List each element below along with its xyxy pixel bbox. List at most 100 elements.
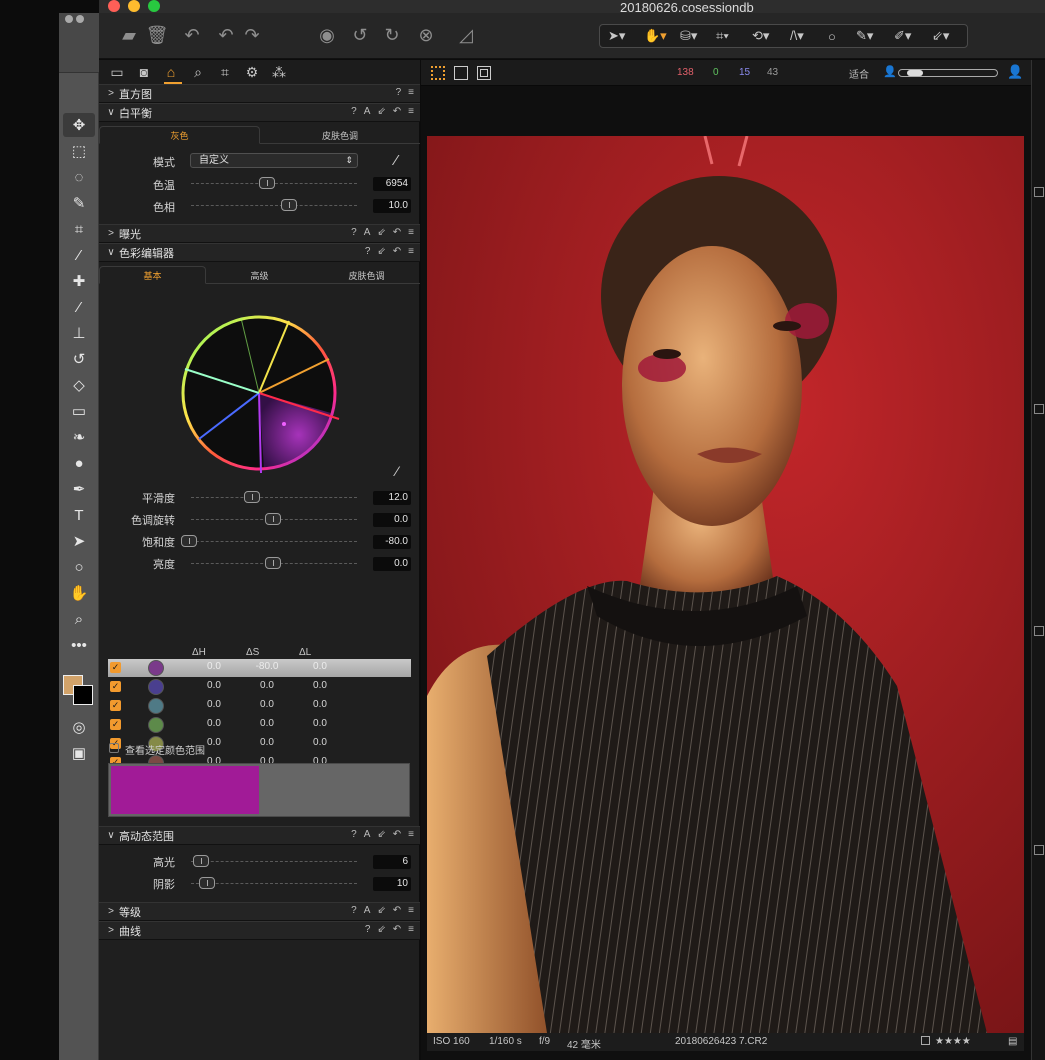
move-tool-icon[interactable]: ✥ <box>63 113 95 137</box>
color-swatch[interactable] <box>148 698 164 714</box>
menu-icon[interactable]: ≡ <box>408 106 414 117</box>
edge-checkbox[interactable] <box>1034 187 1044 197</box>
brush-tool-icon[interactable]: ⁄ <box>63 295 95 319</box>
path-select-tool-icon[interactable]: ➤ <box>63 529 95 553</box>
reset-icon[interactable]: ⊗ <box>415 23 437 47</box>
mode-select[interactable]: 自定义 ⇕ <box>190 153 358 168</box>
saturation-slider[interactable] <box>181 535 357 547</box>
history-brush-icon[interactable]: ↺ <box>63 347 95 371</box>
count-gray[interactable]: 43 <box>767 67 778 78</box>
info-menu-icon[interactable]: ▤ <box>1008 1036 1017 1047</box>
mask-brush-icon[interactable]: ✎▾ <box>856 26 873 46</box>
edge-checkbox[interactable] <box>1034 626 1044 636</box>
tint-value[interactable]: 10.0 <box>373 199 411 213</box>
select-cursor-icon[interactable]: ➤▾ <box>608 26 625 46</box>
rating-stars[interactable]: ★★★★ <box>935 1036 971 1047</box>
auto-icon[interactable]: A <box>364 905 371 916</box>
row-checkbox[interactable]: ✓ <box>110 719 121 730</box>
color-swatch[interactable] <box>148 717 164 733</box>
single-view-icon[interactable] <box>454 66 468 80</box>
levels-section-header[interactable]: > 等级 ? A ⇙ ↶ ≡ <box>99 902 420 921</box>
menu-icon[interactable]: ≡ <box>408 246 414 257</box>
tab-basic[interactable]: 基本 <box>99 266 206 284</box>
stamp-tool-icon[interactable]: ⊥ <box>63 321 95 345</box>
grid-view-icon[interactable] <box>431 66 445 80</box>
lightness-value[interactable]: 0.0 <box>373 557 411 571</box>
color-row[interactable]: ✓ 0.0 0.0 0.0 <box>108 716 411 734</box>
highlight-slider[interactable] <box>191 855 357 867</box>
auto-icon[interactable]: A <box>364 829 371 840</box>
help-icon[interactable]: ? <box>351 905 357 916</box>
color-row[interactable]: ✓ 0.0 -80.0 0.0 <box>108 659 411 677</box>
hand-tool-icon[interactable]: ✋ <box>63 581 95 605</box>
auto-icon[interactable]: A <box>364 106 371 117</box>
copy-apply-icon[interactable]: ⇙ <box>377 829 385 840</box>
color-swatch[interactable] <box>148 679 164 695</box>
lasso-tool-icon[interactable]: ◌ <box>63 165 95 189</box>
reset-icon[interactable]: ↶ <box>393 924 401 935</box>
rotate-right-icon[interactable]: ↻ <box>381 23 403 47</box>
copy-apply-icon[interactable]: ⇙ <box>377 106 385 117</box>
pen-tool-icon[interactable]: ✒ <box>63 477 95 501</box>
zoom-slider-knob[interactable] <box>907 70 923 76</box>
tint-slider[interactable] <box>191 199 357 211</box>
rotate-tool-icon[interactable]: ⟲▾ <box>752 26 769 46</box>
copy-apply-icon[interactable]: ⇙ <box>377 905 385 916</box>
color-tag-box[interactable] <box>921 1036 930 1045</box>
apply-adjustments-icon[interactable]: ⇙▾ <box>932 26 949 46</box>
color-tab-icon[interactable]: ⌂ <box>162 63 180 81</box>
temperature-value[interactable]: 6954 <box>373 177 411 191</box>
help-icon[interactable]: ? <box>351 227 357 238</box>
smoothness-slider[interactable] <box>191 491 357 503</box>
row-checkbox[interactable]: ✓ <box>110 700 121 711</box>
color-picker-icon[interactable]: ⁄ <box>396 463 398 479</box>
curves-section-header[interactable]: > 曲线 ? ⇙ ↶ ≡ <box>99 921 420 940</box>
crop-tool-button-icon[interactable]: ⌗▾ <box>716 26 729 46</box>
eyedropper-icon[interactable]: ⁄ <box>395 152 398 169</box>
white-balance-section-header[interactable]: ∨ 白平衡 ? A ⇙ ↶ ≡ <box>99 103 420 122</box>
menu-icon[interactable]: ≡ <box>408 227 414 238</box>
undo-icon[interactable]: ↶ <box>215 23 237 47</box>
minimize-window-button[interactable] <box>128 0 140 12</box>
menu-icon[interactable]: ≡ <box>408 829 414 840</box>
count-rejected[interactable]: 138 <box>677 67 694 78</box>
count-purple[interactable]: 15 <box>739 67 750 78</box>
help-icon[interactable]: ? <box>365 246 371 257</box>
background-color-swatch[interactable] <box>73 685 93 705</box>
view-range-checkbox[interactable] <box>109 743 119 753</box>
temperature-slider[interactable] <box>191 177 357 189</box>
help-icon[interactable]: ? <box>351 829 357 840</box>
help-icon[interactable]: ? <box>396 87 402 98</box>
tab-skin-tone[interactable]: 皮肤色调 <box>260 126 420 144</box>
copy-apply-icon[interactable]: ⇙ <box>377 227 385 238</box>
quick-select-tool-icon[interactable]: ✎ <box>63 191 95 215</box>
highlight-value[interactable]: 6 <box>373 855 411 869</box>
zoom-slider[interactable] <box>898 69 998 77</box>
eraser-tool-icon[interactable]: ◇ <box>63 373 95 397</box>
loupe-tool-icon[interactable]: ⛁▾ <box>680 26 697 46</box>
menu-icon[interactable]: ≡ <box>408 924 414 935</box>
gradient-tool-icon[interactable]: ▭ <box>63 399 95 423</box>
help-icon[interactable]: ? <box>365 924 371 935</box>
marquee-tool-icon[interactable]: ⬚ <box>63 139 95 163</box>
keystone-tool-icon[interactable]: /\▾ <box>790 26 804 46</box>
details-tab-icon[interactable]: ⌕ <box>189 63 207 81</box>
count-green[interactable]: 0 <box>713 67 719 78</box>
hue-rotation-value[interactable]: 0.0 <box>373 513 411 527</box>
photo-preview[interactable] <box>427 136 1024 1033</box>
row-checkbox[interactable]: ✓ <box>110 662 121 673</box>
capture-tab-icon[interactable]: ◙ <box>135 63 153 81</box>
undo-all-icon[interactable]: ↶ <box>181 23 203 47</box>
color-row[interactable]: ✓ 0.0 0.0 0.0 <box>108 697 411 715</box>
library-tab-icon[interactable]: ▭ <box>108 63 126 81</box>
more-tools-icon[interactable]: ••• <box>63 633 95 657</box>
compare-icon[interactable]: ◿ <box>455 23 477 47</box>
exposure-section-header[interactable]: > 曝光 ? A ⇙ ↶ ≡ <box>99 224 420 243</box>
reset-icon[interactable]: ↶ <box>393 829 401 840</box>
dodge-tool-icon[interactable]: ● <box>63 451 95 475</box>
edge-checkbox[interactable] <box>1034 404 1044 414</box>
picker-tool-icon[interactable]: ✐▾ <box>894 26 911 46</box>
pan-tool-icon[interactable]: ✋▾ <box>644 26 667 46</box>
multi-view-icon[interactable] <box>477 66 491 80</box>
redo-icon[interactable]: ↷ <box>241 23 263 47</box>
